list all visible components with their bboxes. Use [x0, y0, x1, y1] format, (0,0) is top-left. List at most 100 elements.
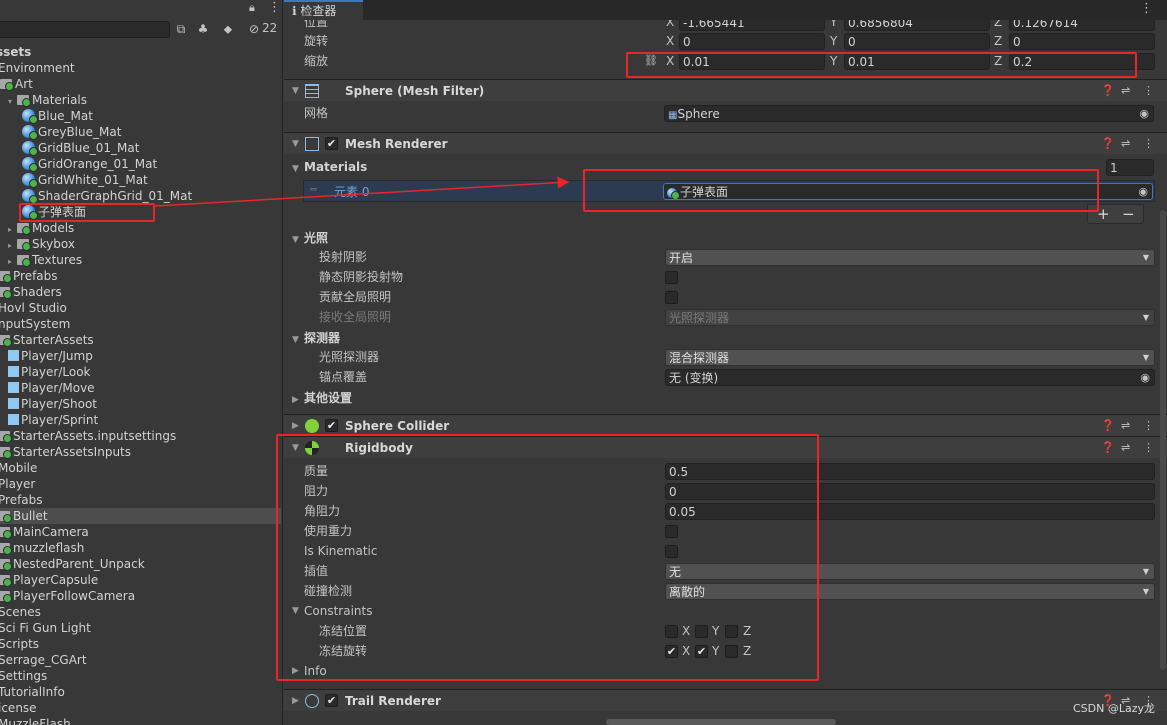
lock-icon[interactable]: 🔒︎ — [249, 1, 255, 15]
tree-item[interactable]: Player/Shoot — [0, 396, 282, 412]
tree-item[interactable]: Shaders — [0, 284, 281, 300]
hidden-packages-icon[interactable]: ⊘ — [245, 21, 263, 37]
scale-z-field[interactable]: 0.2 — [1009, 53, 1155, 70]
info-row[interactable]: ▶ Info — [292, 661, 1167, 681]
component-menu-icon[interactable]: ⋮ — [1143, 437, 1154, 459]
rotation-x-field[interactable]: 0 — [679, 33, 825, 50]
materials-section[interactable]: ▼ Materials — [292, 157, 367, 177]
component-menu-icon[interactable]: ⋮ — [1143, 415, 1154, 437]
rotation-z-field[interactable]: 0 — [1009, 33, 1155, 50]
presets-icon[interactable]: ⇌ — [1121, 415, 1130, 437]
tree-item[interactable]: Scenes — [0, 604, 281, 620]
constraints-row[interactable]: ▼ Constraints — [292, 601, 1167, 621]
help-icon[interactable]: ❓ — [1101, 80, 1115, 102]
trail-renderer-enabled-checkbox[interactable]: ✔ — [325, 694, 338, 707]
fold-arrow-icon[interactable]: ▶ — [292, 661, 299, 681]
static-shadow-checkbox[interactable] — [665, 271, 678, 284]
tree-item[interactable]: Mobile — [0, 460, 281, 476]
freeze-position-x-checkbox[interactable] — [665, 625, 678, 638]
tree-item[interactable]: NestedParent_Unpack — [0, 556, 281, 572]
collision-detection-dropdown[interactable]: 离散的 ▼ — [665, 583, 1155, 600]
tree-item[interactable]: Environment — [0, 60, 281, 76]
tree-item[interactable]: Player/Move — [0, 380, 282, 396]
use-gravity-checkbox[interactable] — [665, 525, 678, 538]
tree-item[interactable]: Prefabs — [0, 268, 281, 284]
help-icon[interactable]: ❓ — [1101, 415, 1115, 437]
object-picker-icon[interactable]: ◉ — [1138, 184, 1148, 199]
tree-item[interactable]: StarterAssetsInputs — [0, 444, 281, 460]
cast-shadows-dropdown[interactable]: 开启 ▼ — [665, 249, 1155, 266]
tree-item[interactable]: Serrage_CGArt — [0, 652, 281, 668]
tree-item[interactable]: GridWhite_01_Mat — [0, 172, 282, 188]
tree-item[interactable]: ▾ Materials — [0, 92, 282, 108]
filter-by-type-icon[interactable]: ♣ — [194, 21, 212, 37]
tree-item[interactable]: Player/Look — [0, 364, 282, 380]
remove-element-button[interactable]: − — [1122, 205, 1135, 223]
help-icon[interactable]: ❓ — [1101, 133, 1115, 155]
tree-item[interactable]: Player/Jump — [0, 348, 282, 364]
angular-drag-field[interactable]: 0.05 — [665, 503, 1155, 520]
tree-item[interactable]: TutorialInfo — [0, 684, 281, 700]
material-element-row[interactable]: ═ 元素 0 子弹表面 ◉ — [303, 180, 1155, 202]
scale-y-field[interactable]: 0.01 — [844, 53, 990, 70]
create-icon[interactable]: ⧉ — [172, 21, 190, 37]
mesh-filter-header[interactable]: ▼ Sphere (Mesh Filter) ❓ ⇌ ⋮ — [284, 79, 1167, 101]
drag-field[interactable]: 0 — [665, 483, 1155, 500]
fold-arrow-icon[interactable]: ▼ — [292, 159, 304, 179]
tree-item[interactable]: Scripts — [0, 636, 281, 652]
freeze-position-z-checkbox[interactable] — [725, 625, 738, 638]
add-element-button[interactable]: + — [1097, 205, 1110, 223]
constrain-proportions-icon[interactable]: ⛓ — [644, 51, 658, 71]
tree-item[interactable]: ssets — [0, 44, 279, 60]
additional-settings-section[interactable]: ▶ 其他设置 — [292, 388, 352, 408]
tree-item[interactable]: Bullet — [0, 508, 281, 524]
sphere-collider-enabled-checkbox[interactable]: ✔ — [325, 419, 338, 432]
help-icon[interactable]: ❓ — [1101, 437, 1115, 459]
tree-item[interactable]: Art — [0, 76, 282, 92]
lighting-section[interactable]: ▼ 光照 — [292, 228, 328, 248]
tree-item[interactable]: PlayerCapsule — [0, 572, 281, 588]
presets-icon[interactable]: ⇌ — [1121, 133, 1130, 155]
fold-arrow-icon[interactable]: ▼ — [292, 80, 299, 102]
fold-arrow-icon[interactable]: ▼ — [292, 133, 299, 155]
tree-item[interactable]: Hovl Studio — [0, 300, 281, 316]
vertical-scrollbar[interactable] — [1160, 210, 1166, 670]
fold-arrow-icon[interactable]: ▼ — [292, 437, 299, 459]
tree-item[interactable]: Player — [0, 476, 281, 492]
tab-inspector-overlay[interactable]: ℹ 检查器 — [284, 0, 363, 20]
rigidbody-header[interactable]: ▼ Rigidbody ❓ ⇌ ⋮ — [284, 436, 1167, 458]
freeze-position-y-checkbox[interactable] — [695, 625, 708, 638]
tree-item[interactable]: Settings — [0, 668, 281, 684]
fold-arrow-icon[interactable]: ▶ — [292, 415, 299, 437]
freeze-rotation-x-checkbox[interactable]: ✔ — [665, 645, 678, 658]
drag-handle-icon[interactable]: ═ — [310, 183, 317, 196]
scale-x-field[interactable]: 0.01 — [679, 53, 825, 70]
tree-item[interactable]: ▸ Textures — [0, 252, 282, 268]
more-options-icon[interactable]: ⋮ — [1140, 1, 1153, 16]
presets-icon[interactable]: ⇌ — [1121, 80, 1130, 102]
tree-item[interactable]: MuzzleFlash — [0, 716, 281, 725]
mesh-renderer-header[interactable]: ▼ ✔ Mesh Renderer ❓ ⇌ ⋮ — [284, 132, 1167, 154]
tree-item[interactable]: Sci Fi Gun Light — [0, 620, 281, 636]
tree-item[interactable]: Player/Sprint — [0, 412, 282, 428]
component-menu-icon[interactable]: ⋮ — [1143, 133, 1154, 155]
rotation-y-field[interactable]: 0 — [844, 33, 990, 50]
mesh-renderer-enabled-checkbox[interactable]: ✔ — [325, 137, 338, 150]
tree-item[interactable]: StarterAssets — [0, 332, 281, 348]
materials-count-field[interactable]: 1 — [1106, 159, 1154, 176]
material-object-field[interactable]: 子弹表面 ◉ — [663, 183, 1153, 200]
fold-arrow-icon[interactable]: ▼ — [292, 601, 299, 621]
tree-item[interactable]: nputSystem — [0, 316, 281, 332]
probes-section[interactable]: ▼ 探测器 — [292, 328, 340, 348]
trail-renderer-header[interactable]: ▶ ✔ Trail Renderer ❓ ⇌ ⋮ — [284, 689, 1167, 711]
anchor-override-field[interactable]: 无 (变换) ◉ — [665, 369, 1155, 386]
fold-arrow-icon[interactable]: ▶ — [292, 390, 304, 410]
tree-item[interactable]: Blue_Mat — [0, 108, 282, 124]
tree-item[interactable]: Prefabs — [0, 492, 281, 508]
tree-item[interactable]: ▸ Models — [0, 220, 282, 236]
more-options-icon[interactable]: ⋮ — [268, 0, 281, 15]
tree-item[interactable]: MainCamera — [0, 524, 281, 540]
project-search-input[interactable] — [0, 21, 170, 38]
is-kinematic-checkbox[interactable] — [665, 545, 678, 558]
fold-arrow-icon[interactable]: ▶ — [292, 690, 299, 712]
